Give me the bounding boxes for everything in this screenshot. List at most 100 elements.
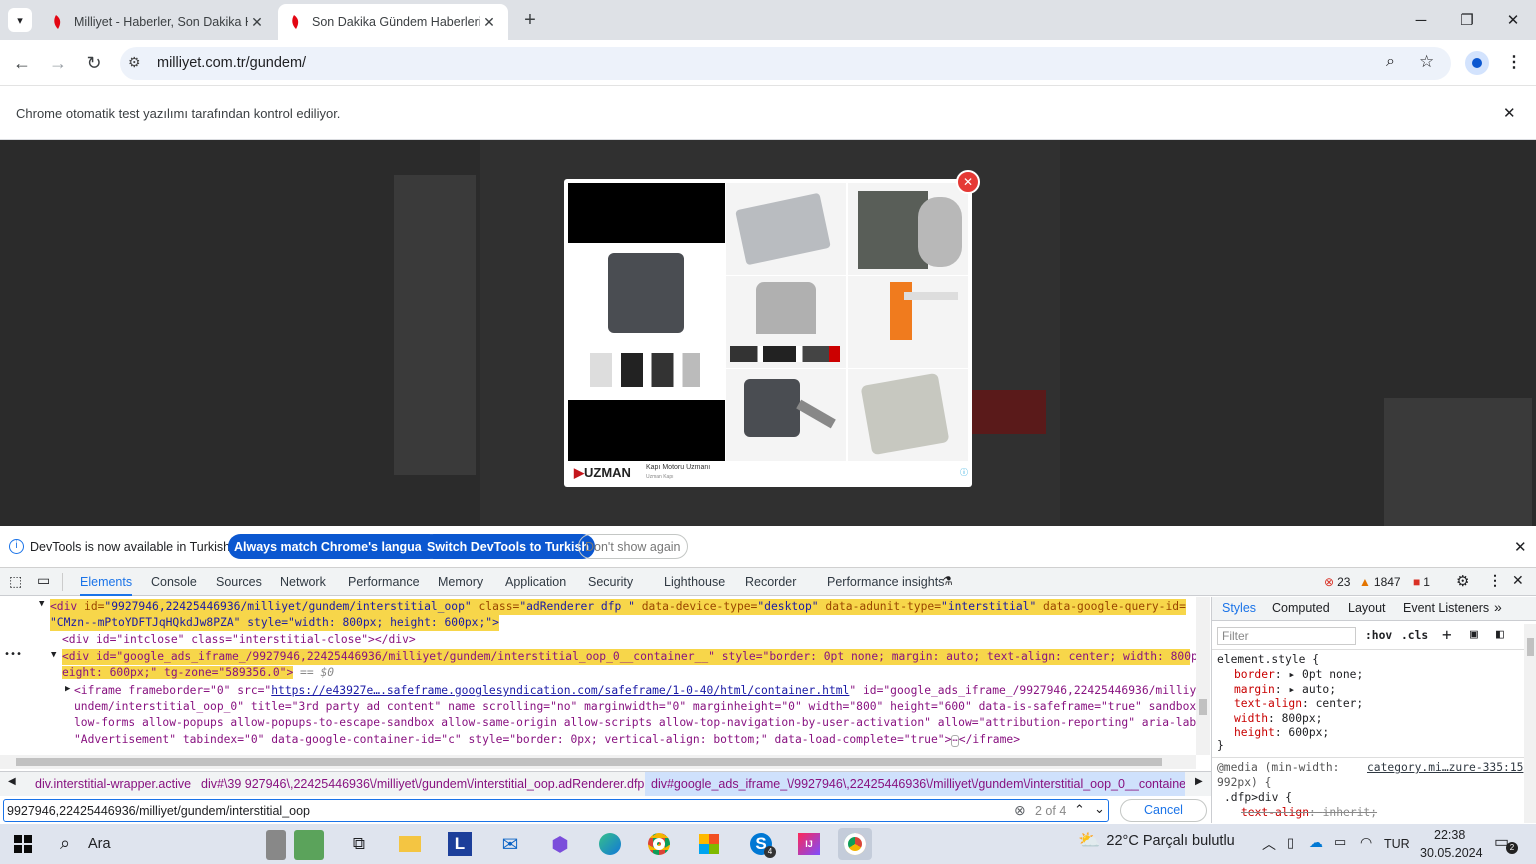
new-tab-button[interactable]: + xyxy=(518,8,542,32)
elements-tree[interactable]: <div id="9927946,22425446936/milliyet/gu… xyxy=(0,597,1196,755)
tab-security[interactable]: Security xyxy=(588,568,633,596)
expand-arrow-icon[interactable]: ▼ xyxy=(39,599,44,609)
elements-hscrollbar[interactable] xyxy=(0,755,1196,769)
breadcrumb-item-selected[interactable]: div#google_ads_iframe_\/9927946\,2242544… xyxy=(645,772,1185,796)
start-button[interactable] xyxy=(6,828,40,860)
product-lock[interactable] xyxy=(726,183,846,275)
dom-line-3[interactable]: <div id="intclose" class="interstitial-c… xyxy=(62,632,416,648)
product-electric-lock[interactable] xyxy=(726,369,846,461)
tab-elements[interactable]: Elements xyxy=(80,568,133,596)
ad-brand-logo[interactable]: ▶UZMAN xyxy=(574,465,631,481)
warning-count[interactable]: ▲ 1847 xyxy=(1359,575,1401,589)
clear-search-icon[interactable]: ⊗ xyxy=(1014,802,1026,819)
match-language-button[interactable]: Always match Chrome's language xyxy=(228,534,443,559)
profile-avatar[interactable] xyxy=(1465,51,1489,75)
dimmed-headline[interactable] xyxy=(972,390,1046,434)
expand-arrow-icon[interactable]: ▼ xyxy=(51,650,56,660)
dom-line-5[interactable]: eight: 600px;" tg-zone="589356.0"> == $0 xyxy=(62,665,334,681)
right-video-ad[interactable] xyxy=(1384,398,1532,526)
adchoices-icon[interactable]: ⓘ xyxy=(960,467,968,478)
tab-recorder[interactable]: Recorder xyxy=(745,568,796,596)
product-receiver[interactable] xyxy=(848,369,968,461)
notification-button[interactable]: ▭ 2 xyxy=(1494,832,1518,854)
prop-text-align[interactable]: text-align: center; xyxy=(1234,697,1363,712)
bookmark-star-icon[interactable]: ☆ xyxy=(1419,52,1434,72)
close-infobar-icon[interactable]: ✕ xyxy=(1503,104,1516,122)
breadcrumb-left-arrow[interactable]: ◀ xyxy=(8,776,16,787)
tab-search-button[interactable]: ▾ xyxy=(8,8,32,32)
styles-filter-input[interactable]: Filter xyxy=(1217,627,1356,645)
forward-button[interactable]: → xyxy=(42,47,74,79)
reload-button[interactable]: ↻ xyxy=(78,47,110,79)
interstitial-ad[interactable]: ▶UZMAN Kapı Motoru Uzmanı Uzman Kapı ⓘ xyxy=(564,179,972,487)
tab-event-listeners[interactable]: Event Listeners xyxy=(1403,601,1489,615)
app-l-button[interactable]: L xyxy=(443,828,477,860)
device-toolbar-icon[interactable]: ▭ xyxy=(37,572,50,589)
find-next-icon[interactable]: ⌄ xyxy=(1094,801,1105,817)
onedrive-icon[interactable]: ☁ xyxy=(1309,834,1323,851)
hov-toggle[interactable]: :hov xyxy=(1365,629,1392,642)
rule-props[interactable]: border: ▸ 0pt none; margin: ▸ auto; text… xyxy=(1234,668,1363,741)
settings-gear-icon[interactable]: ⚙ xyxy=(1456,572,1469,590)
dont-show-button[interactable]: Don't show again xyxy=(578,534,688,559)
hscroll-thumb[interactable] xyxy=(16,758,1162,766)
cancel-find-button[interactable]: Cancel xyxy=(1120,799,1207,822)
taskbar-search[interactable]: ⌕ Ara xyxy=(48,824,340,864)
skype-button[interactable]: S 4 xyxy=(744,828,778,860)
prop-margin[interactable]: margin: ▸ auto; xyxy=(1234,683,1363,698)
find-input[interactable]: 9927946,22425446936/milliyet/gundem/inte… xyxy=(3,799,1109,822)
weather-widget[interactable]: ⛅ 22°C Parçalı bulutlu xyxy=(1078,830,1235,851)
product-control-board[interactable] xyxy=(848,183,968,275)
dom-line-6[interactable]: <iframe frameborder="0" src="https://e43… xyxy=(74,683,1196,699)
dom-line-2[interactable]: "CMzn--mPtoYDFTJqHQkdJw8PZA" style="widt… xyxy=(50,615,499,631)
tab-milliyet-home[interactable]: Milliyet - Haberler, Son Dakika Haberler… xyxy=(40,4,276,40)
dom-line-9[interactable]: "Advertisement" tabindex="0" data-google… xyxy=(74,732,1020,749)
breadcrumb-item[interactable]: div.interstitial-wrapper.active xyxy=(35,777,191,791)
more-actions-icon[interactable]: ••• xyxy=(4,649,22,660)
collapse-arrow-icon[interactable]: ▶ xyxy=(65,684,70,694)
sidebar-toggle-icon[interactable]: ◧ xyxy=(1496,627,1504,642)
inspect-element-icon[interactable]: ⬚ xyxy=(9,573,22,590)
prop-text-align-overridden[interactable]: text-align: inherit; xyxy=(1241,806,1377,819)
wifi-icon[interactable]: ◠ xyxy=(1360,834,1372,851)
minimize-button[interactable]: ─ xyxy=(1398,0,1444,40)
breadcrumb-right-arrow[interactable]: ▶ xyxy=(1195,776,1203,787)
close-notice-icon[interactable]: ✕ xyxy=(1514,538,1527,556)
battery-icon[interactable]: ▭ xyxy=(1334,834,1346,850)
tab-sources[interactable]: Sources xyxy=(216,568,262,596)
product-gate-motor[interactable] xyxy=(568,243,725,400)
elements-vscrollbar[interactable] xyxy=(1196,597,1210,755)
tab-application[interactable]: Application xyxy=(505,568,566,596)
breadcrumb-item[interactable]: div#\39 927946\,22425446936\/milliyet\/g… xyxy=(201,777,648,791)
switch-turkish-button[interactable]: Switch DevTools to Turkish xyxy=(421,534,596,559)
ellipsis-icon[interactable]: ⋯ xyxy=(951,735,959,747)
tab-performance[interactable]: Performance xyxy=(348,568,420,596)
task-view-button[interactable]: ⧉ xyxy=(342,828,376,860)
chrome-button-2[interactable] xyxy=(838,828,872,860)
tab-gundem[interactable]: Son Dakika Gündem Haberleri ✕ xyxy=(278,4,508,40)
store-button[interactable] xyxy=(692,828,726,860)
rule-source-link[interactable]: category.mi…zure-335:15 xyxy=(1367,761,1523,774)
product-barrier-motor[interactable] xyxy=(726,276,846,368)
iframe-src-link[interactable]: https://e43927e….safeframe.googlesyndica… xyxy=(271,684,849,697)
dom-line-8[interactable]: low-forms allow-popups allow-popups-to-e… xyxy=(74,715,1196,731)
tray-chevron-icon[interactable]: ︿ xyxy=(1262,834,1276,854)
tab-console[interactable]: Console xyxy=(151,568,197,596)
rule-element-style[interactable]: element.style { xyxy=(1217,653,1319,666)
devtools-menu-icon[interactable]: ⋮ xyxy=(1488,572,1502,589)
zoom-icon[interactable]: ⌕ xyxy=(1386,53,1395,71)
prop-border[interactable]: border: ▸ 0pt none; xyxy=(1234,668,1363,683)
tab-layout[interactable]: Layout xyxy=(1348,601,1386,615)
clock-time[interactable]: 22:38 xyxy=(1434,828,1465,842)
back-button[interactable]: ← xyxy=(6,47,38,79)
dom-line-7[interactable]: undem/interstitial_oop_0" title="3rd par… xyxy=(74,699,1196,715)
styles-scroll-thumb[interactable] xyxy=(1527,638,1534,656)
close-window-button[interactable]: ✕ xyxy=(1490,0,1536,40)
rule-selector[interactable]: .dfp>div { xyxy=(1224,791,1292,804)
dom-line-4[interactable]: <div id="google_ads_iframe_/9927946,2242… xyxy=(62,649,1196,665)
close-tab-icon[interactable]: ✕ xyxy=(480,14,498,31)
styles-scrollbar[interactable] xyxy=(1524,624,1536,823)
tab-memory[interactable]: Memory xyxy=(438,568,483,596)
issues-count[interactable]: ■ 1 xyxy=(1413,575,1430,589)
more-tabs-icon[interactable]: » xyxy=(1494,599,1502,615)
